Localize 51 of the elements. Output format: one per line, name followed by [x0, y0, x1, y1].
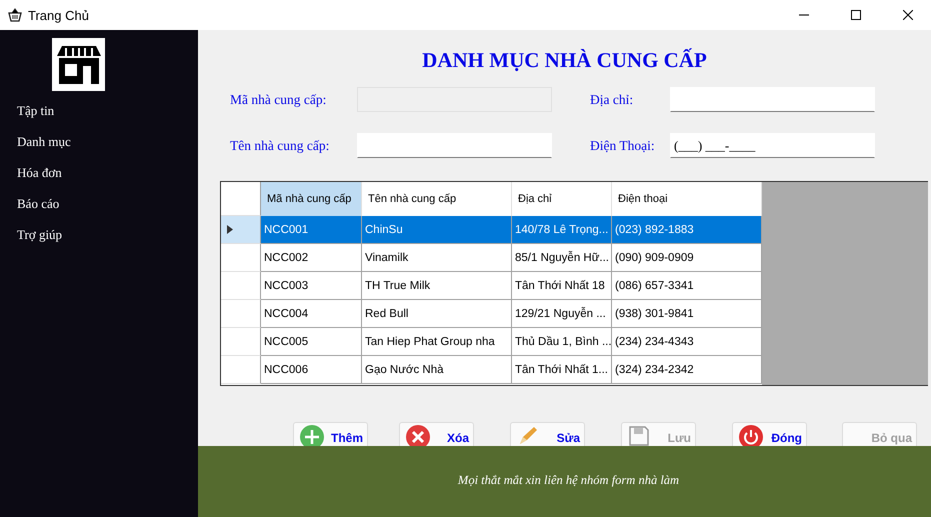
basket-icon [8, 8, 22, 22]
page-heading: DANH MỤC NHÀ CUNG CẤP [421, 48, 708, 74]
table-cell: (090) 909-0909 [612, 244, 762, 272]
window-title: Trang Chủ [28, 8, 90, 22]
store-logo [52, 38, 105, 91]
menu-item[interactable]: Hóa đơn [17, 165, 71, 184]
table-cell: (023) 892-1883 [612, 216, 762, 244]
table-cell: (938) 301-9841 [612, 300, 762, 328]
maximize-icon[interactable] [851, 10, 861, 20]
column-header[interactable]: Mã nhà cung cấp [261, 182, 362, 216]
pencil-icon [517, 425, 539, 446]
add-button[interactable]: Thêm [293, 422, 368, 446]
table-cell: ChinSu [362, 216, 512, 244]
table-cell: Tan Hiep Phat Group nha [362, 328, 512, 356]
menu-item[interactable]: Danh mục [17, 134, 71, 153]
menu-item[interactable]: Tập tin [17, 103, 71, 122]
delete-button[interactable]: Xóa [399, 422, 474, 446]
field-label: Địa chỉ: [590, 92, 634, 108]
close-icon[interactable] [903, 10, 913, 20]
table-cell: 140/78 Lê Trọng... [512, 216, 612, 244]
table-cell: 129/21 Nguyễn ... [512, 300, 612, 328]
table-cell: NCC003 [261, 272, 362, 300]
table-cell: Thủ Dầu 1, Bình ... [512, 328, 612, 356]
table-cell: Tân Thới Nhất 1... [512, 356, 612, 384]
table-cell: (234) 234-4343 [612, 328, 762, 356]
phone-field[interactable]: (___) ___-____ [670, 133, 875, 158]
table-cell: NCC001 [261, 216, 362, 244]
row-header[interactable] [221, 216, 261, 244]
plus-icon [300, 425, 324, 446]
table-cell: NCC005 [261, 328, 362, 356]
table-cell: TH True Milk [362, 272, 512, 300]
close-button[interactable]: Đóng [732, 422, 807, 446]
menu-item[interactable]: Báo cáo [17, 196, 71, 215]
table-cell: NCC006 [261, 356, 362, 384]
row-pointer-icon [227, 225, 233, 234]
field-label: Điện Thoại: [590, 138, 656, 154]
menu-item[interactable]: Trợ giúp [17, 227, 71, 246]
footer-text: Mọi thắt mắt xin liên hệ nhóm form nhà làm [458, 473, 680, 488]
table-cell: Gạo Nước Nhà [362, 356, 512, 384]
table-cell: Tân Thới Nhất 18 [512, 272, 612, 300]
field-label: Tên nhà cung cấp: [230, 138, 330, 154]
edit-button[interactable]: Sửa [510, 422, 585, 446]
table-cell: NCC002 [261, 244, 362, 272]
table-cell: Vinamilk [362, 244, 512, 272]
table-cell: (086) 657-3341 [612, 272, 762, 300]
field-label: Mã nhà cung cấp: [230, 92, 328, 108]
table-cell: 85/1 Nguyễn Hữ... [512, 244, 612, 272]
table-cell: (324) 234-2342 [612, 356, 762, 384]
floppy-icon [628, 425, 650, 446]
table-cell: NCC004 [261, 300, 362, 328]
table-cell: Red Bull [362, 300, 512, 328]
